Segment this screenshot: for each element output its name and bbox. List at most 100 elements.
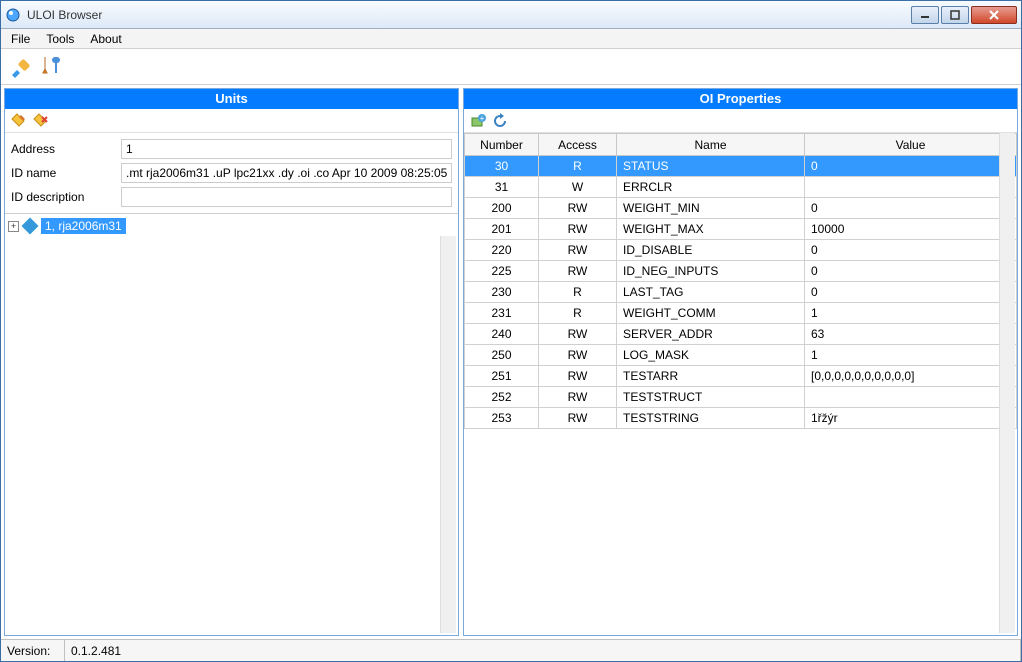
address-input[interactable] [121,139,452,159]
maximize-button[interactable] [941,6,969,24]
cell-value[interactable] [805,387,1017,408]
cell-name[interactable]: SERVER_ADDR [617,324,805,345]
cell-value[interactable]: 1 [805,303,1017,324]
properties-grid: Number Access Name Value 30RSTATUS031WER… [464,133,1017,429]
cell-number[interactable]: 240 [465,324,539,345]
scrollbar[interactable] [440,236,456,633]
tag-icon [22,218,39,235]
col-name[interactable]: Name [617,134,805,156]
table-row[interactable]: 230RLAST_TAG0 [465,282,1017,303]
menu-file[interactable]: File [11,32,30,46]
idname-input[interactable] [121,163,452,183]
cell-access[interactable]: RW [539,219,617,240]
table-row[interactable]: 31WERRCLR [465,177,1017,198]
cell-name[interactable]: LAST_TAG [617,282,805,303]
cell-name[interactable]: STATUS [617,156,805,177]
cell-name[interactable]: TESTSTRUCT [617,387,805,408]
cell-number[interactable]: 231 [465,303,539,324]
cell-access[interactable]: RW [539,408,617,429]
content-area: Units Address ID name ID [1,85,1021,639]
cell-value[interactable] [805,177,1017,198]
table-row[interactable]: 252RWTESTSTRUCT [465,387,1017,408]
minimize-button[interactable] [911,6,939,24]
refresh-icon[interactable] [492,113,508,129]
table-row[interactable]: 250RWLOG_MASK1 [465,345,1017,366]
cell-name[interactable]: LOG_MASK [617,345,805,366]
tree-item[interactable]: + 1, rja2006m31 [8,217,455,235]
cell-name[interactable]: TESTSTRING [617,408,805,429]
cell-number[interactable]: 230 [465,282,539,303]
properties-grid-container[interactable]: Number Access Name Value 30RSTATUS031WER… [464,133,1017,635]
table-row[interactable]: 220RWID_DISABLE0 [465,240,1017,261]
cell-access[interactable]: RW [539,387,617,408]
cell-name[interactable]: TESTARR [617,366,805,387]
iddesc-label: ID description [11,190,121,204]
cell-name[interactable]: ERRCLR [617,177,805,198]
cell-number[interactable]: 220 [465,240,539,261]
cell-value[interactable]: 10000 [805,219,1017,240]
menu-about[interactable]: About [90,32,121,46]
cell-value[interactable]: 0 [805,240,1017,261]
cell-number[interactable]: 250 [465,345,539,366]
cell-access[interactable]: R [539,282,617,303]
svg-text:+: + [480,114,485,123]
address-label: Address [11,142,121,156]
cell-access[interactable]: RW [539,366,617,387]
cell-value[interactable]: 1řžýr [805,408,1017,429]
col-value[interactable]: Value [805,134,1017,156]
table-row[interactable]: 231RWEIGHT_COMM1 [465,303,1017,324]
tools-icon[interactable] [39,55,63,79]
cell-value[interactable]: 1 [805,345,1017,366]
app-icon [5,7,21,23]
cell-name[interactable]: WEIGHT_MIN [617,198,805,219]
flashlight-icon[interactable] [9,55,33,79]
titlebar[interactable]: ULOI Browser [1,1,1021,29]
cell-value[interactable]: [0,0,0,0,0,0,0,0,0,0] [805,366,1017,387]
cell-value[interactable]: 0 [805,198,1017,219]
cell-access[interactable]: RW [539,324,617,345]
cell-access[interactable]: RW [539,261,617,282]
table-row[interactable]: 225RWID_NEG_INPUTS0 [465,261,1017,282]
table-row[interactable]: 240RWSERVER_ADDR63 [465,324,1017,345]
cell-number[interactable]: 225 [465,261,539,282]
cell-value[interactable]: 0 [805,282,1017,303]
add-icon[interactable]: + [470,113,486,129]
cell-access[interactable]: W [539,177,617,198]
cell-number[interactable]: 30 [465,156,539,177]
cell-number[interactable]: 201 [465,219,539,240]
cell-number[interactable]: 200 [465,198,539,219]
cell-value[interactable]: 63 [805,324,1017,345]
cell-number[interactable]: 31 [465,177,539,198]
cell-name[interactable]: WEIGHT_MAX [617,219,805,240]
cell-value[interactable]: 0 [805,261,1017,282]
cell-name[interactable]: WEIGHT_COMM [617,303,805,324]
cell-access[interactable]: RW [539,240,617,261]
table-row[interactable]: 251RWTESTARR[0,0,0,0,0,0,0,0,0,0] [465,366,1017,387]
cell-value[interactable]: 0 [805,156,1017,177]
table-row[interactable]: 201RWWEIGHT_MAX10000 [465,219,1017,240]
table-row[interactable]: 30RSTATUS0 [465,156,1017,177]
table-row[interactable]: 253RWTESTSTRING1řžýr [465,408,1017,429]
cell-access[interactable]: RW [539,345,617,366]
cell-number[interactable]: 251 [465,366,539,387]
delete-tag-icon[interactable] [33,113,49,129]
col-access[interactable]: Access [539,134,617,156]
tree-item-label[interactable]: 1, rja2006m31 [41,218,126,234]
cell-number[interactable]: 252 [465,387,539,408]
table-row[interactable]: 200RWWEIGHT_MIN0 [465,198,1017,219]
cell-access[interactable]: R [539,156,617,177]
cell-name[interactable]: ID_NEG_INPUTS [617,261,805,282]
close-button[interactable] [971,6,1017,24]
cell-number[interactable]: 253 [465,408,539,429]
scrollbar[interactable] [999,133,1015,633]
units-tree[interactable]: + 1, rja2006m31 [5,213,458,635]
menu-tools[interactable]: Tools [46,32,74,46]
unit-fields: Address ID name ID description [5,133,458,213]
expand-icon[interactable]: + [8,221,19,232]
cell-access[interactable]: R [539,303,617,324]
iddesc-input[interactable] [121,187,452,207]
col-number[interactable]: Number [465,134,539,156]
cell-name[interactable]: ID_DISABLE [617,240,805,261]
cell-access[interactable]: RW [539,198,617,219]
edit-tag-icon[interactable] [11,113,27,129]
